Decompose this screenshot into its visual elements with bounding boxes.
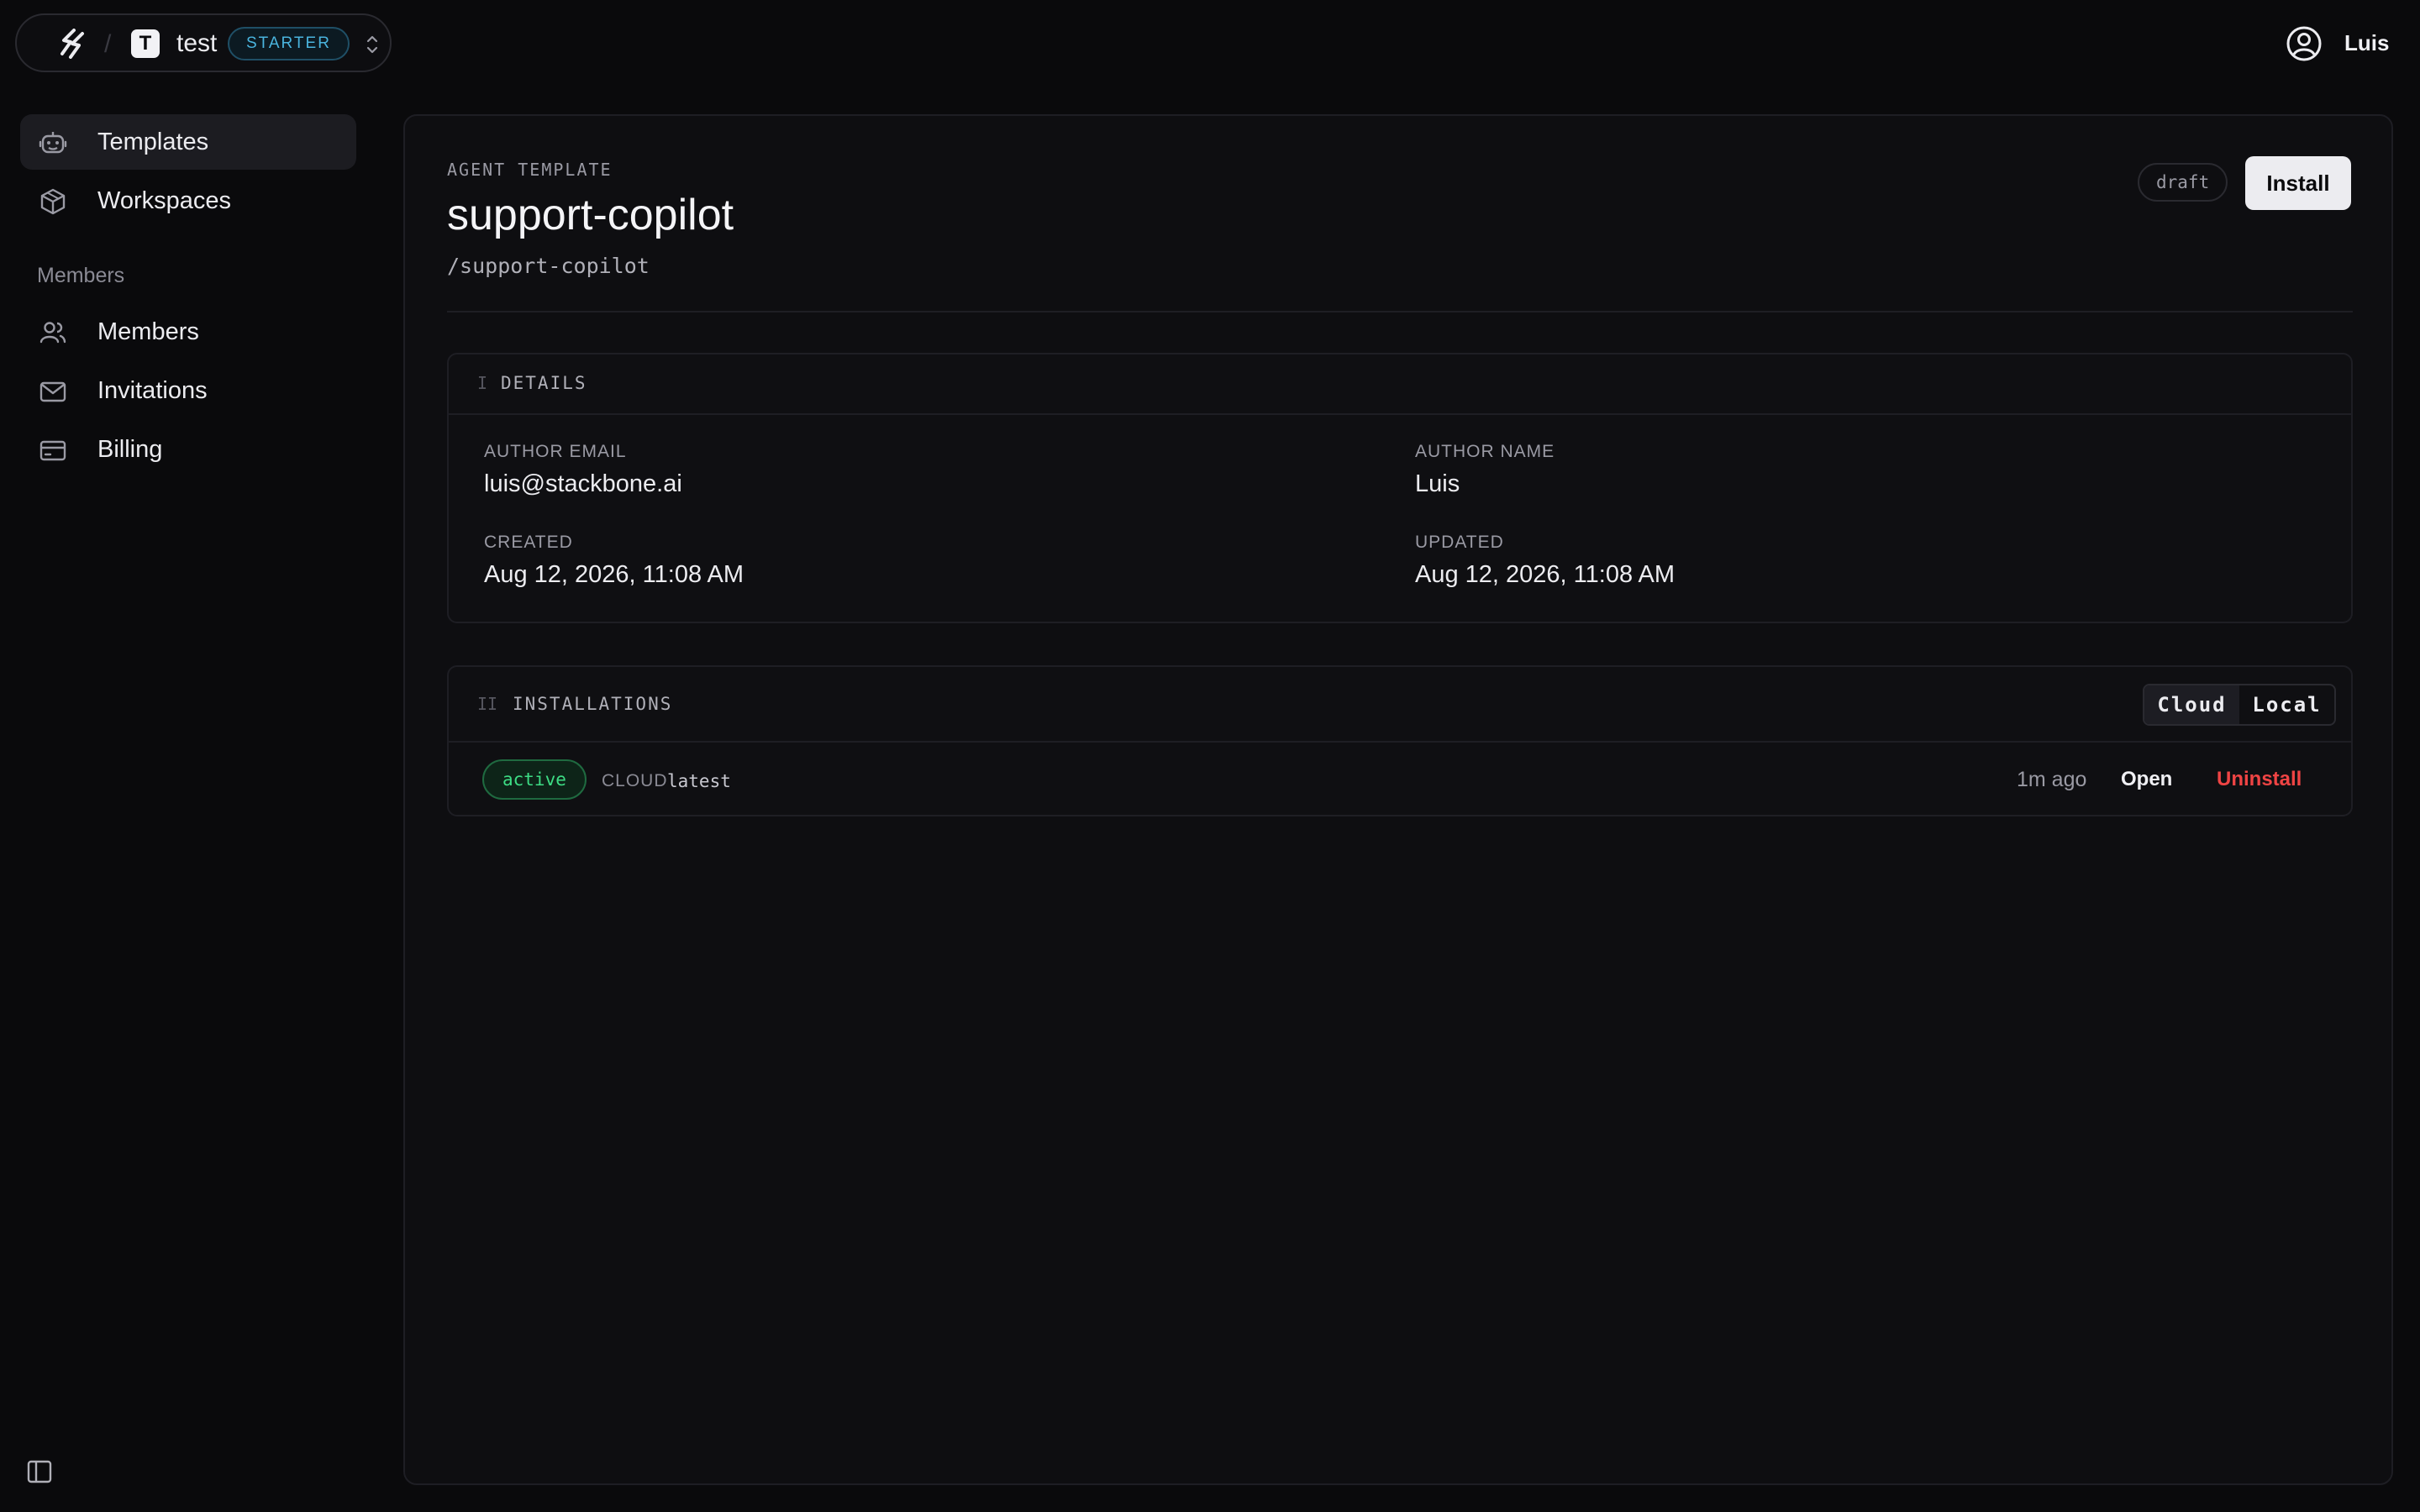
open-installation-button[interactable]: Open [2121, 768, 2172, 791]
installations-card-header: II INSTALLATIONS Cloud Local [449, 667, 2351, 743]
created-label: CREATED [484, 533, 573, 552]
sidebar-item-templates[interactable]: Templates [20, 114, 356, 170]
sidebar-item-members[interactable]: Members [20, 304, 356, 360]
sidebar-section-members: Members [37, 264, 125, 287]
updated-label: UPDATED [1415, 533, 1504, 552]
header-divider [447, 311, 2353, 312]
breadcrumb-separator: / [104, 30, 112, 58]
environment-toggle: Cloud Local [2143, 684, 2336, 726]
plan-badge: STARTER [228, 27, 350, 60]
sidebar-toggle-icon[interactable] [27, 1460, 52, 1483]
updated-value: Aug 12, 2026, 11:08 AM [1415, 561, 1676, 588]
sidebar-item-invitations[interactable]: Invitations [20, 363, 356, 418]
sidebar-item-label: Billing [97, 435, 163, 463]
chevron-up-down-icon[interactable] [363, 32, 381, 57]
mail-icon [39, 381, 66, 402]
page-title: support-copilot [447, 191, 734, 239]
workspace-name: test [176, 29, 218, 57]
section-title: INSTALLATIONS [513, 694, 673, 714]
sidebar-item-label: Templates [97, 128, 209, 155]
author-name-label: AUTHOR NAME [1415, 442, 1555, 461]
status-badge: draft [2138, 163, 2228, 202]
section-numeral: I [477, 373, 488, 393]
user-avatar-icon[interactable] [2286, 25, 2323, 62]
brand-logo-icon [60, 29, 84, 59]
sidebar-item-label: Invitations [97, 376, 208, 404]
installation-environment: CLOUD [602, 771, 668, 790]
sidebar-item-label: Workspaces [97, 186, 232, 214]
author-email-label: AUTHOR EMAIL [484, 442, 627, 461]
workspace-avatar: T [131, 29, 160, 58]
installations-card: II INSTALLATIONS Cloud Local active CLOU… [447, 665, 2353, 816]
cube-icon [40, 188, 66, 215]
uninstall-button[interactable]: Uninstall [2217, 768, 2302, 791]
credit-card-icon [39, 440, 66, 461]
section-numeral: II [477, 694, 498, 714]
installation-time: 1m ago [2017, 768, 2087, 791]
segment-local[interactable]: Local [2239, 685, 2334, 724]
created-value: Aug 12, 2026, 11:08 AM [484, 561, 744, 588]
section-title: DETAILS [501, 373, 587, 393]
installation-status-badge: active [482, 759, 587, 800]
sidebar-item-label: Members [97, 318, 199, 345]
segment-cloud[interactable]: Cloud [2144, 685, 2239, 724]
installation-version: latest [667, 771, 731, 791]
details-card: I DETAILS AUTHOR EMAIL luis@stackbone.ai… [447, 353, 2353, 623]
template-detail-panel: AGENT TEMPLATE support-copilot /support-… [403, 114, 2393, 1485]
users-icon [39, 322, 66, 344]
install-button[interactable]: Install [2245, 156, 2351, 210]
details-card-header: I DETAILS [449, 354, 2351, 415]
page-eyebrow: AGENT TEMPLATE [447, 160, 613, 180]
sidebar-item-workspaces[interactable]: Workspaces [20, 173, 356, 228]
sidebar-item-billing[interactable]: Billing [20, 422, 356, 477]
workspace-switcher[interactable]: / T test STARTER [15, 13, 392, 72]
author-name-value: Luis [1415, 470, 1460, 497]
user-name[interactable]: Luis [2344, 30, 2389, 56]
template-slug: /support-copilot [447, 254, 650, 278]
author-email-value: luis@stackbone.ai [484, 470, 682, 497]
robot-icon [39, 132, 67, 154]
